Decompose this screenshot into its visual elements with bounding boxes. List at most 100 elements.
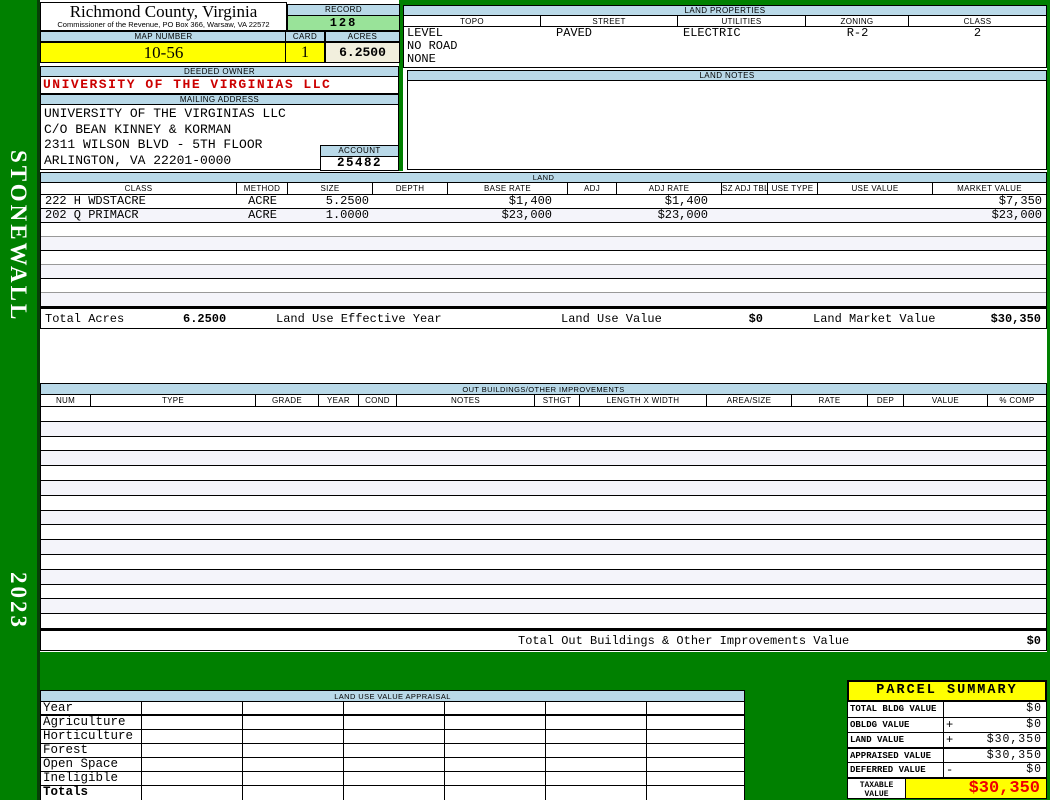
county-header-box: Richmond County, Virginia Commissioner o… <box>40 2 287 31</box>
record-header: RECORD <box>287 4 400 16</box>
land-sz-adj <box>722 209 768 222</box>
appraisal-cell <box>444 744 545 757</box>
appraisal-cell <box>646 702 744 714</box>
acres-value: 6.2500 <box>325 42 400 63</box>
land-market-value: $23,000 <box>991 209 1042 222</box>
mailing-address-header: MAILING ADDRESS <box>40 94 399 105</box>
land-use-value <box>818 209 933 222</box>
ob-empty-row <box>41 599 1046 615</box>
land-size: 5.2500 <box>325 195 369 208</box>
ps-row-label: OBLDG VALUE <box>848 718 944 732</box>
col-sthgt: STHGT <box>535 395 580 406</box>
total-acres-value: 6.2500 <box>183 312 227 326</box>
land-method: ACRE <box>248 195 277 208</box>
col-method: METHOD <box>237 183 288 194</box>
appraisal-cell <box>343 758 444 771</box>
parcel-summary-row: LAND VALUE + $30,350 <box>848 732 1046 747</box>
appraisal-cell <box>343 702 444 714</box>
parcel-summary-row: APPRAISED VALUE $30,350 <box>848 747 1046 762</box>
ps-row-value: $0 <box>1026 718 1042 731</box>
appraisal-cell <box>444 716 545 729</box>
land-depth <box>373 209 448 222</box>
taxable-value-amount: $30,350 <box>906 779 1046 798</box>
map-number-value: 10-56 <box>40 42 287 63</box>
appraisal-cell <box>545 758 646 771</box>
appraisal-cell <box>646 772 744 785</box>
appraisal-cell <box>646 730 744 743</box>
appraisal-cell <box>343 786 444 800</box>
appraisal-row: Agriculture <box>41 716 744 730</box>
land-notes-header: LAND NOTES <box>407 70 1047 81</box>
col-adj-rate: ADJ RATE <box>617 183 722 194</box>
land-use-value <box>818 195 933 208</box>
land-row: 222 H WDSTACRE ACRE 5.2500 $1,400 $1,400… <box>41 195 1046 209</box>
county-title: Richmond County, Virginia <box>69 2 258 21</box>
appraisal-cell <box>545 744 646 757</box>
appraisal-cell <box>545 730 646 743</box>
utilities-value: ELECTRIC <box>683 27 741 40</box>
tax-year-vertical-label: 2023 <box>6 572 31 630</box>
appraisal-cell <box>343 716 444 729</box>
land-total-row: Total Acres 6.2500 Land Use Effective Ye… <box>41 307 1046 328</box>
ob-empty-row <box>41 466 1046 481</box>
appraisal-cell <box>242 730 343 743</box>
appraisal-cell <box>545 702 646 714</box>
land-use-value-label: Land Use Value <box>561 312 662 326</box>
total-acres-label: Total Acres <box>45 312 125 326</box>
land-sz-adj <box>722 195 768 208</box>
land-section: LAND CLASS METHOD SIZE DEPTH BASE RATE A… <box>40 172 1047 329</box>
land-market-value: $7,350 <box>998 195 1042 208</box>
district-vertical-label: STONEWALL <box>6 150 31 323</box>
out-buildings-section: OUT BUILDINGS/OTHER IMPROVEMENTS NUM TYP… <box>40 383 1047 651</box>
ob-empty-row <box>41 555 1046 570</box>
appraisal-cell <box>444 758 545 771</box>
ps-row-value: $30,350 <box>986 733 1042 746</box>
parcel-summary-row: OBLDG VALUE + $0 <box>848 717 1046 732</box>
ps-row-label: LAND VALUE <box>848 733 944 747</box>
ob-empty-row <box>41 540 1046 555</box>
appraisal-cell <box>343 772 444 785</box>
appraisal-row-label: Agriculture <box>43 716 126 729</box>
land-properties-columns: TOPO STREET UTILITIES ZONING CLASS <box>403 16 1047 27</box>
appraisal-cell <box>646 758 744 771</box>
appraisal-cell <box>343 730 444 743</box>
out-buildings-columns: NUM TYPE GRADE YEAR COND NOTES STHGT LEN… <box>41 395 1046 407</box>
land-use-effective-year-label: Land Use Effective Year <box>276 312 442 326</box>
appraisal-cell <box>444 786 545 800</box>
ps-row-op: + <box>946 718 954 732</box>
land-adj-rate: $1,400 <box>664 195 708 208</box>
land-row: 202 Q PRIMACR ACRE 1.0000 $23,000 $23,00… <box>41 209 1046 223</box>
col-size: SIZE <box>288 183 373 194</box>
land-class: 202 Q PRIMACR <box>45 209 139 222</box>
appraisal-cell <box>141 744 242 757</box>
out-buildings-total-row: Total Out Buildings & Other Improvements… <box>41 628 1046 650</box>
col-class: CLASS <box>963 17 992 26</box>
ps-row-op: + <box>946 733 954 747</box>
parcel-summary-section: PARCEL SUMMARY TOTAL BLDG VALUE $0 OBLDG… <box>847 680 1047 799</box>
col-type: TYPE <box>91 395 256 406</box>
parcel-summary-body: TOTAL BLDG VALUE $0 OBLDG VALUE + $0 LAN… <box>847 702 1047 799</box>
land-depth <box>373 195 448 208</box>
appraisal-row-label: Ineligible <box>43 772 119 785</box>
mailing-line: UNIVERSITY OF THE VIRGINIAS LLC <box>44 106 286 121</box>
col-utilities: UTILITIES <box>678 16 806 26</box>
ps-row-value: $0 <box>1026 702 1042 715</box>
col-class: CLASS <box>41 183 237 194</box>
ob-empty-row <box>41 525 1046 541</box>
appraisal-row: Open Space <box>41 758 744 772</box>
col-street: STREET <box>541 16 678 26</box>
deeded-owner-header: DEEDED OWNER <box>40 66 399 77</box>
out-buildings-total-value: $0 <box>1026 633 1041 648</box>
appraisal-cell <box>242 744 343 757</box>
appraisal-cell <box>242 758 343 771</box>
land-empty-row <box>41 279 1046 293</box>
appraisal-row-label: Open Space <box>43 758 119 771</box>
col-area-size: AREA/SIZE <box>707 395 792 406</box>
col-use-type: USE TYPE <box>768 183 818 194</box>
col-cond: COND <box>359 395 397 406</box>
out-buildings-total-label: Total Out Buildings & Other Improvements… <box>518 633 850 648</box>
map-number-header: MAP NUMBER <box>40 31 287 42</box>
land-base-rate: $23,000 <box>501 209 552 222</box>
land-empty-row <box>41 251 1046 265</box>
col-grade: GRADE <box>256 395 319 406</box>
